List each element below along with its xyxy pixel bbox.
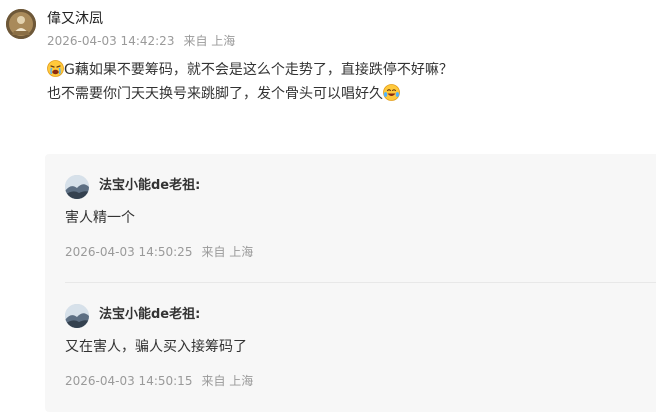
reply-avatar[interactable] [65,175,89,199]
replies-panel: 法宝小能de老祖: 害人精一个 2026-04-03 14:50:25 来自 上海… [45,154,656,412]
post-line-2: 也不需要你门天天换号来跳脚了，发个骨头可以唱好久 [47,82,647,106]
user-avatar-icon [65,304,89,328]
reply-author-name[interactable]: 法宝小能de老祖: [99,306,200,324]
user-avatar-icon [65,175,89,199]
reply-divider [65,282,656,283]
comment-thread: 偉又沐凨 2026-04-03 14:42:23 来自 上海 G藕如果不要筹码，就… [0,0,656,414]
reply-avatar[interactable] [65,304,89,328]
post-text-line-1: G藕如果不要筹码，就不会是这么个走势了，直接跌停不好嘛？ [64,62,453,78]
laugh-cry-emoji-icon [383,84,400,101]
reply-text: 害人精一个 [65,210,135,226]
reply-timestamp: 2026-04-03 14:50:15 [65,374,193,388]
sob-emoji-icon [47,60,64,77]
reply-meta: 2026-04-03 14:50:15 来自 上海 [65,373,253,389]
post-text-line-2: 也不需要你门天天换号来跳脚了，发个骨头可以唱好久 [47,86,383,102]
post-body: G藕如果不要筹码，就不会是这么个走势了，直接跌停不好嘛？ 也不需要你门天天换号来… [47,58,647,106]
avatar[interactable] [6,9,36,39]
post-line-1: G藕如果不要筹码，就不会是这么个走势了，直接跌停不好嘛？ [47,58,647,82]
reply-source: 来自 上海 [201,245,254,259]
reply-text: 又在害人，骗人买入接筹码了 [65,339,247,355]
post-source: 来自 上海 [183,34,236,48]
post-timestamp: 2026-04-03 14:42:23 [47,34,175,48]
post-meta: 2026-04-03 14:42:23 来自 上海 [47,33,235,49]
user-avatar-icon [6,9,36,39]
post-author-name[interactable]: 偉又沐凨 [47,10,103,28]
reply-timestamp: 2026-04-03 14:50:25 [65,245,193,259]
reply-author-name[interactable]: 法宝小能de老祖: [99,177,200,195]
reply-source: 来自 上海 [201,374,254,388]
reply-meta: 2026-04-03 14:50:25 来自 上海 [65,244,253,260]
